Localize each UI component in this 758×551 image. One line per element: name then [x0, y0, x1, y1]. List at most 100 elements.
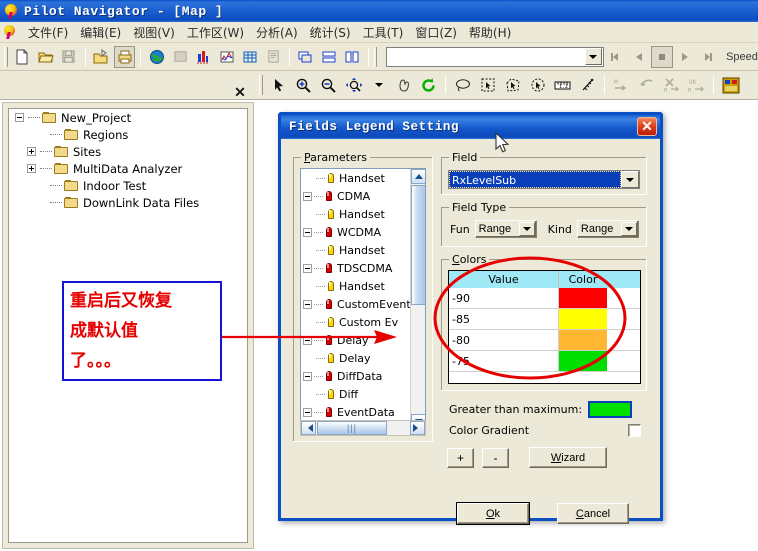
- table-row[interactable]: -85: [449, 309, 640, 330]
- chevron-down-icon[interactable]: [620, 222, 637, 236]
- rect-select-icon[interactable]: [476, 74, 499, 96]
- scroll-right-icon[interactable]: [410, 421, 425, 435]
- scroll-up-icon[interactable]: [411, 169, 425, 184]
- parameters-horizontal-scrollbar[interactable]: |||: [300, 420, 426, 436]
- color-row-value[interactable]: -80: [449, 330, 559, 350]
- param-item-diffdata[interactable]: DiffData: [301, 367, 425, 385]
- param-item-handset-3[interactable]: Handset: [301, 241, 425, 259]
- horizontal-scroll-thumb[interactable]: |||: [317, 421, 387, 435]
- add-color-button[interactable]: +: [447, 447, 474, 468]
- step-back-icon[interactable]: [605, 46, 626, 68]
- expand-toggle-icon[interactable]: [27, 164, 36, 173]
- field-combo[interactable]: RxLevelSub: [448, 170, 640, 189]
- param-item-cdma[interactable]: CDMA: [301, 187, 425, 205]
- cancel-button[interactable]: Cancel: [557, 503, 629, 524]
- collapse-toggle-icon[interactable]: [303, 371, 312, 381]
- param-item-handset-1[interactable]: Handset: [301, 169, 425, 187]
- collapse-toggle-icon[interactable]: [303, 299, 312, 309]
- collapse-toggle-icon[interactable]: [15, 113, 24, 122]
- dialog-titlebar[interactable]: Fields Legend Setting ✕: [281, 115, 660, 139]
- table-icon[interactable]: [239, 46, 260, 68]
- param-item-diff[interactable]: Diff: [301, 385, 425, 403]
- chevron-down-icon[interactable]: [584, 48, 602, 65]
- circle-select-icon[interactable]: [526, 74, 549, 96]
- colors-table[interactable]: Value Color -90 -85 -80 -75: [448, 270, 641, 384]
- chevron-down-icon[interactable]: [518, 222, 535, 236]
- menu-edit[interactable]: 编辑(E): [74, 22, 127, 43]
- scroll-left-icon[interactable]: [301, 421, 316, 435]
- collapse-toggle-icon[interactable]: [303, 263, 312, 273]
- param-item-wcdma[interactable]: WCDMA: [301, 223, 425, 241]
- table-row[interactable]: -80: [449, 330, 640, 351]
- cascade-windows-icon[interactable]: [295, 46, 316, 68]
- menu-help[interactable]: 帮助(H): [463, 22, 517, 43]
- open-folder-icon[interactable]: [35, 46, 56, 68]
- param-item-handset-2[interactable]: Handset: [301, 205, 425, 223]
- wizard-button[interactable]: Wizard: [529, 447, 607, 468]
- param-item-eventdata[interactable]: EventData: [301, 403, 425, 421]
- param-item-customevent[interactable]: CustomEvent: [301, 295, 425, 313]
- new-file-icon[interactable]: [12, 46, 33, 68]
- lasso-select-icon[interactable]: [451, 74, 474, 96]
- print-icon[interactable]: [113, 45, 136, 68]
- polygon-select-icon[interactable]: [501, 74, 524, 96]
- measure-icon[interactable]: 1.2: [551, 74, 574, 96]
- parameters-tree[interactable]: Handset CDMA Handset WCDMA Handset TDSCD…: [300, 168, 426, 430]
- color-row-swatch[interactable]: [559, 309, 607, 329]
- menu-file[interactable]: 文件(F): [22, 22, 74, 43]
- stop-icon[interactable]: [651, 45, 673, 68]
- parameters-vertical-scrollbar[interactable]: [410, 169, 425, 429]
- zoom-out-icon[interactable]: [317, 74, 340, 96]
- menu-view[interactable]: 视图(V): [127, 22, 181, 43]
- pan-zoom-icon[interactable]: [342, 74, 365, 96]
- kind-combo[interactable]: Range: [576, 220, 639, 238]
- ruler-icon[interactable]: [576, 74, 599, 96]
- color-row-swatch[interactable]: [559, 288, 607, 308]
- menu-analysis[interactable]: 分析(A): [250, 22, 304, 43]
- pointer-icon[interactable]: [267, 74, 290, 96]
- param-item-tdscdma[interactable]: TDSCDMA: [301, 259, 425, 277]
- refresh-icon[interactable]: [417, 74, 440, 96]
- remove-color-button[interactable]: -: [482, 447, 509, 468]
- globe-icon[interactable]: [146, 46, 167, 68]
- color-row-value[interactable]: -85: [449, 309, 559, 329]
- greater-than-maximum-swatch[interactable]: [588, 401, 633, 418]
- tree-item-regions[interactable]: Regions: [9, 126, 247, 143]
- menu-statistics[interactable]: 统计(S): [304, 22, 357, 43]
- tree-item-indoor-test[interactable]: Indoor Test: [9, 177, 247, 194]
- bar-chart-icon[interactable]: [193, 46, 214, 68]
- tree-item-downlink-data-files[interactable]: DownLink Data Files: [9, 194, 247, 211]
- chevron-down-icon[interactable]: [621, 171, 639, 188]
- color-row-swatch[interactable]: [559, 330, 607, 350]
- data-file-combo[interactable]: [386, 46, 604, 67]
- color-row-swatch[interactable]: [559, 351, 607, 371]
- close-icon[interactable]: ✕: [233, 85, 247, 99]
- hand-icon[interactable]: [392, 74, 415, 96]
- tools-toolbar-grip[interactable]: [259, 75, 263, 95]
- tree-item-new-project[interactable]: New_Project: [9, 109, 247, 126]
- rewind-icon[interactable]: [628, 46, 649, 68]
- color-gradient-checkbox[interactable]: [628, 424, 641, 437]
- expand-toggle-icon[interactable]: [27, 147, 36, 156]
- tree-item-multidata-analyzer[interactable]: MultiData Analyzer: [9, 160, 247, 177]
- close-icon[interactable]: ✕: [637, 117, 657, 136]
- menu-window[interactable]: 窗口(Z): [409, 22, 463, 43]
- toolbar-grip[interactable]: [4, 46, 8, 67]
- ok-button[interactable]: Ok: [457, 503, 529, 524]
- collapse-toggle-icon[interactable]: [303, 191, 312, 201]
- param-item-delay[interactable]: Delay: [301, 349, 425, 367]
- menu-workspace[interactable]: 工作区(W): [181, 22, 250, 43]
- legend-icon[interactable]: [719, 74, 742, 96]
- tree-item-sites[interactable]: Sites: [9, 143, 247, 160]
- param-item-handset-4[interactable]: Handset: [301, 277, 425, 295]
- tile-horizontal-icon[interactable]: [318, 46, 339, 68]
- play-icon[interactable]: [675, 46, 696, 68]
- fun-combo[interactable]: Range: [474, 220, 537, 238]
- tile-vertical-icon[interactable]: [341, 46, 362, 68]
- zoom-in-icon[interactable]: [292, 74, 315, 96]
- vertical-scroll-thumb[interactable]: [411, 185, 425, 305]
- color-row-value[interactable]: -75: [449, 351, 559, 371]
- dropdown-arrow-icon[interactable]: [367, 74, 390, 96]
- color-row-value[interactable]: -90: [449, 288, 559, 308]
- table-row[interactable]: -90: [449, 288, 640, 309]
